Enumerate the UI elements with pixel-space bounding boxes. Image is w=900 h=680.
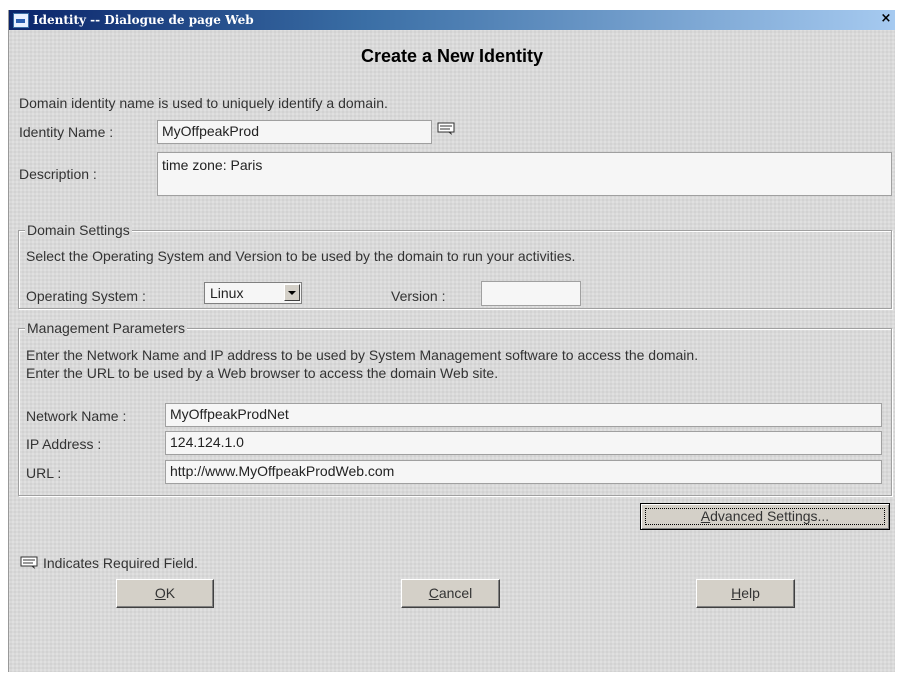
version-input[interactable] <box>481 281 581 306</box>
help-label: elp <box>741 585 760 601</box>
identity-name-label: Identity Name : <box>19 124 114 140</box>
operating-system-label: Operating System : <box>26 288 146 304</box>
operating-system-select[interactable]: Linux <box>204 282 302 304</box>
intro-text: Domain identity name is used to uniquely… <box>19 95 388 111</box>
title-bar[interactable]: Identity -- Dialogue de page Web × <box>9 10 895 30</box>
cancel-label: ancel <box>438 585 473 601</box>
ie-window-icon <box>13 13 29 28</box>
description-label: Description : <box>19 166 97 182</box>
chevron-down-icon[interactable] <box>284 284 300 301</box>
close-icon[interactable]: × <box>879 12 893 26</box>
domain-settings-hint: Select the Operating System and Version … <box>26 248 576 264</box>
version-label: Version : <box>391 288 446 304</box>
operating-system-value: Linux <box>210 285 244 301</box>
ok-label: K <box>165 585 176 601</box>
required-field-icon <box>20 556 38 569</box>
url-input[interactable]: http://www.MyOffpeakProdWeb.com <box>165 460 882 484</box>
advanced-settings-button[interactable]: Advanced Settings... <box>640 503 890 530</box>
network-name-input[interactable]: MyOffpeakProdNet <box>165 403 882 427</box>
domain-settings-legend: Domain Settings <box>25 222 132 238</box>
domain-settings-group <box>18 230 892 309</box>
help-button[interactable]: Help <box>696 579 795 608</box>
network-name-label: Network Name : <box>26 408 127 424</box>
management-hint-line1: Enter the Network Name and IP address to… <box>26 347 699 363</box>
ip-address-input[interactable]: 124.124.1.0 <box>165 431 882 455</box>
url-label: URL : <box>26 465 62 481</box>
focus-ring <box>645 508 885 525</box>
identity-name-input[interactable]: MyOffpeakProd <box>157 120 432 144</box>
window-title: Identity -- Dialogue de page Web <box>33 13 254 27</box>
page-title: Create a New Identity <box>360 46 544 66</box>
help-mnemonic: H <box>731 585 742 601</box>
dialog-window: Identity -- Dialogue de page Web × Creat… <box>8 10 895 672</box>
ok-button[interactable]: OK <box>116 579 214 608</box>
ip-address-label: IP Address : <box>26 436 102 452</box>
description-textarea[interactable]: time zone: Paris <box>157 152 892 196</box>
cancel-mnemonic: C <box>428 585 439 601</box>
cancel-button[interactable]: Cancel <box>401 579 500 608</box>
required-field-note: Indicates Required Field. <box>43 555 198 571</box>
management-hint-line2: Enter the URL to be used by a Web browse… <box>26 365 499 381</box>
management-parameters-legend: Management Parameters <box>25 320 187 336</box>
required-field-icon <box>437 122 455 135</box>
ok-mnemonic: O <box>154 585 166 601</box>
